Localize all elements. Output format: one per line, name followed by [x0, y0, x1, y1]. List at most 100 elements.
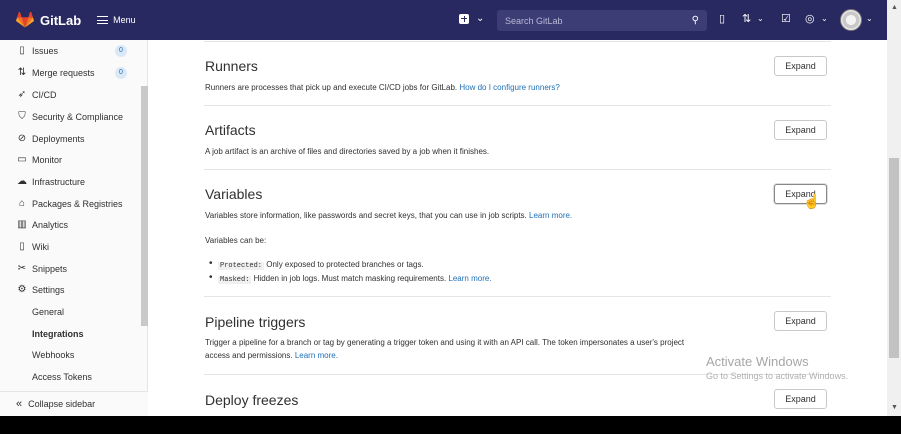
sidebar-item-label: Deployments — [32, 133, 85, 144]
merge-request-icon[interactable]: ⇅ — [742, 12, 751, 25]
search-box[interactable]: ⚲ — [497, 10, 707, 31]
page-scrollbar[interactable]: ▲ ▼ — [887, 0, 901, 416]
sidebar-item-settings[interactable]: ⚙ Settings — [0, 279, 140, 300]
issues-icon: ▯ — [19, 45, 25, 56]
description-text: Runners are processes that pick up and e… — [205, 83, 458, 92]
scissors-icon: ✂ — [17, 263, 27, 274]
sidebar-item-snippets[interactable]: ✂ Snippets — [0, 258, 140, 279]
section-description: Trigger a pipeline for a branch or tag b… — [205, 338, 685, 347]
section-title: Variables — [205, 186, 263, 202]
runners-expand-button[interactable]: Expand — [774, 56, 827, 76]
search-input[interactable] — [505, 15, 685, 26]
sidebar-subitem-general[interactable]: General — [0, 301, 140, 322]
divider — [204, 296, 831, 297]
sidebar-item-cicd[interactable]: ➶ CI/CD — [0, 84, 140, 105]
windows-activation-subtext: Go to Settings to activate Windows. — [706, 371, 849, 381]
chevron-down-icon: ⌄ — [476, 13, 485, 24]
sidebar-item-label: Issues — [32, 45, 59, 56]
sidebar-subitem-integrations[interactable]: Integrations — [0, 323, 140, 344]
protected-text: Only exposed to protected branches or ta… — [266, 260, 424, 269]
deploy-freezes-expand-button[interactable]: Expand — [774, 389, 827, 409]
new-dropdown-button[interactable]: ⌄ — [459, 13, 484, 24]
deployments-icon: ⊘ — [17, 133, 27, 144]
rocket-icon: ➶ — [17, 89, 27, 100]
sidebar-item-label: CI/CD — [32, 89, 57, 100]
artifacts-expand-button[interactable]: Expand — [774, 120, 827, 140]
shield-icon: ⛉ — [18, 111, 26, 122]
pipeline-triggers-expand-button[interactable]: Expand — [774, 311, 827, 331]
sidebar-item-label: General — [32, 306, 65, 317]
avatar[interactable] — [840, 9, 862, 31]
brand[interactable]: GitLab — [16, 12, 81, 28]
triggers-learn-more-link[interactable]: Learn more. — [295, 351, 338, 360]
brand-name: GitLab — [40, 12, 82, 28]
chevron-down-icon: ⌄ — [757, 14, 764, 23]
sidebar-item-analytics[interactable]: ▥ Analytics — [0, 214, 140, 235]
sidebar-item-deployments[interactable]: ⊘ Deployments — [0, 128, 140, 149]
sidebar-item-label: Infrastructure — [32, 176, 86, 187]
sidebar-item-label: Access Tokens — [32, 371, 92, 382]
windows-activation-watermark: Activate Windows — [706, 354, 809, 369]
chevron-down-icon: ⌄ — [821, 14, 828, 23]
merge-requests-count-badge: 0 — [115, 67, 127, 79]
sidebar-item-label: Security & Compliance — [32, 111, 124, 122]
sidebar-item-issues[interactable]: ▯ Issues 0 — [0, 40, 140, 61]
configure-runners-link[interactable]: How do I configure runners? — [459, 83, 560, 92]
section-title: Pipeline triggers — [205, 314, 306, 330]
variables-learn-more-link[interactable]: Learn more. — [529, 211, 572, 220]
masked-bullet: Masked: Hidden in job logs. Must match m… — [209, 272, 492, 284]
sidebar-item-label: Packages & Registries — [32, 198, 123, 209]
protected-code: Protected: — [218, 262, 265, 270]
sidebar-item-label: Wiki — [32, 241, 49, 252]
scroll-up-arrow-icon[interactable]: ▲ — [891, 4, 898, 11]
issues-icon[interactable]: ▯ — [719, 12, 725, 25]
sidebar-item-label: Monitor — [32, 154, 63, 165]
sidebar-item-label: Merge requests — [32, 67, 95, 78]
sidebar-scrollbar[interactable] — [141, 86, 148, 326]
description-text: access and permissions. — [205, 351, 293, 360]
divider — [204, 105, 831, 106]
sidebar-subitem-access-tokens[interactable]: Access Tokens — [0, 366, 140, 387]
section-description: Runners are processes that pick up and e… — [205, 83, 560, 92]
menu-label: Menu — [113, 15, 136, 25]
section-title: Artifacts — [205, 122, 256, 138]
issues-count-badge: 0 — [115, 45, 127, 57]
monitor-icon: ▭ — [17, 154, 27, 165]
book-icon: ▯ — [19, 241, 25, 252]
section-description-cont: access and permissions. Learn more. — [205, 351, 338, 360]
masking-learn-more-link[interactable]: Learn more. — [448, 274, 491, 283]
sidebar-item-label: Analytics — [32, 219, 69, 230]
sidebar-item-packages[interactable]: ⌂ Packages & Registries — [0, 193, 140, 214]
double-chevron-left-icon: « — [16, 398, 23, 410]
sidebar-item-label: Snippets — [32, 263, 68, 274]
merge-request-icon: ⇅ — [17, 67, 27, 78]
sidebar-item-label: Webhooks — [32, 349, 75, 360]
scroll-down-arrow-icon[interactable]: ▼ — [891, 404, 898, 411]
sidebar-item-label: Integrations — [32, 328, 84, 339]
help-icon[interactable]: ◎ — [805, 12, 815, 25]
chart-icon: ▥ — [17, 219, 27, 230]
hamburger-icon — [97, 16, 109, 24]
sidebar-item-monitor[interactable]: ▭ Monitor — [0, 149, 140, 170]
collapse-sidebar-label: Collapse sidebar — [28, 399, 96, 409]
menu-button[interactable]: Menu — [97, 15, 136, 25]
sidebar-item-label: Settings — [32, 284, 65, 295]
search-icon: ⚲ — [691, 15, 699, 26]
cloud-icon: ☁ — [17, 176, 27, 187]
masked-code: Masked: — [218, 276, 252, 284]
section-description: Variables store information, like passwo… — [205, 211, 572, 220]
todo-icon[interactable]: ☑ — [781, 12, 791, 25]
sidebar-subitem-webhooks[interactable]: Webhooks — [0, 344, 140, 365]
protected-bullet: Protected: Only exposed to protected bra… — [209, 258, 424, 270]
sidebar-item-infrastructure[interactable]: ☁ Infrastructure — [0, 171, 140, 192]
hand-cursor-icon: ☝ — [803, 193, 821, 209]
sidebar-item-wiki[interactable]: ▯ Wiki — [0, 236, 140, 257]
section-description: A job artifact is an archive of files an… — [205, 147, 490, 156]
masked-text: Hidden in job logs. Must match masking r… — [253, 274, 447, 283]
scrollbar-thumb[interactable] — [889, 158, 899, 358]
plus-square-icon — [459, 13, 469, 24]
collapse-sidebar-button[interactable]: « Collapse sidebar — [0, 391, 148, 416]
sidebar-item-security[interactable]: ⛉ Security & Compliance — [0, 106, 140, 127]
sidebar-item-merge-requests[interactable]: ⇅ Merge requests 0 — [0, 62, 140, 83]
divider — [204, 41, 831, 42]
